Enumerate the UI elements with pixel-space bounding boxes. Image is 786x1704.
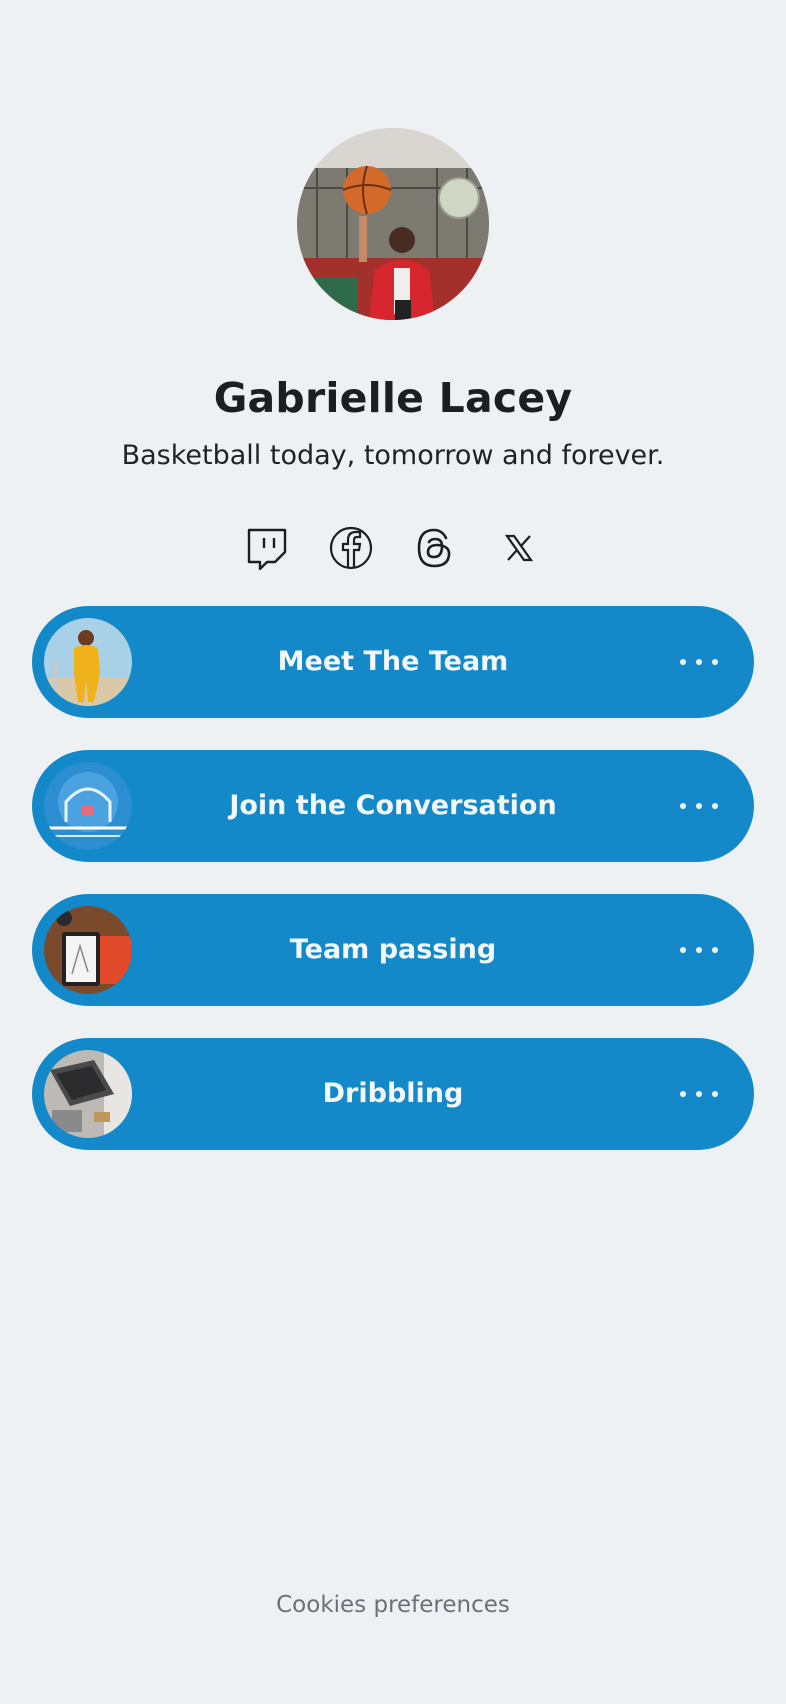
link-label: Dribbling xyxy=(322,1078,464,1109)
profile-name: Gabrielle Lacey xyxy=(213,374,573,422)
facebook-icon[interactable] xyxy=(329,526,373,570)
link-label: Join the Conversation xyxy=(229,790,557,821)
twitch-icon[interactable] xyxy=(245,526,289,570)
link-button-meet-the-team[interactable]: Meet The Team xyxy=(32,606,754,718)
link-button-dribbling[interactable]: Dribbling xyxy=(32,1038,754,1150)
more-options-icon[interactable] xyxy=(680,648,718,676)
x-icon[interactable] xyxy=(497,526,541,570)
social-links xyxy=(0,526,786,576)
link-label: Team passing xyxy=(289,934,497,965)
profile-avatar xyxy=(297,128,489,320)
profile-bio: Basketball today, tomorrow and forever. xyxy=(121,440,665,471)
link-label: Meet The Team xyxy=(277,646,509,677)
more-options-icon[interactable] xyxy=(680,792,718,820)
threads-icon[interactable] xyxy=(413,526,457,570)
link-button-join-the-conversation[interactable]: Join the Conversation xyxy=(32,750,754,862)
link-button-team-passing[interactable]: Team passing xyxy=(32,894,754,1006)
more-options-icon[interactable] xyxy=(680,1080,718,1108)
more-options-icon[interactable] xyxy=(680,936,718,964)
cookies-preferences-link[interactable]: Cookies preferences xyxy=(0,1592,786,1618)
